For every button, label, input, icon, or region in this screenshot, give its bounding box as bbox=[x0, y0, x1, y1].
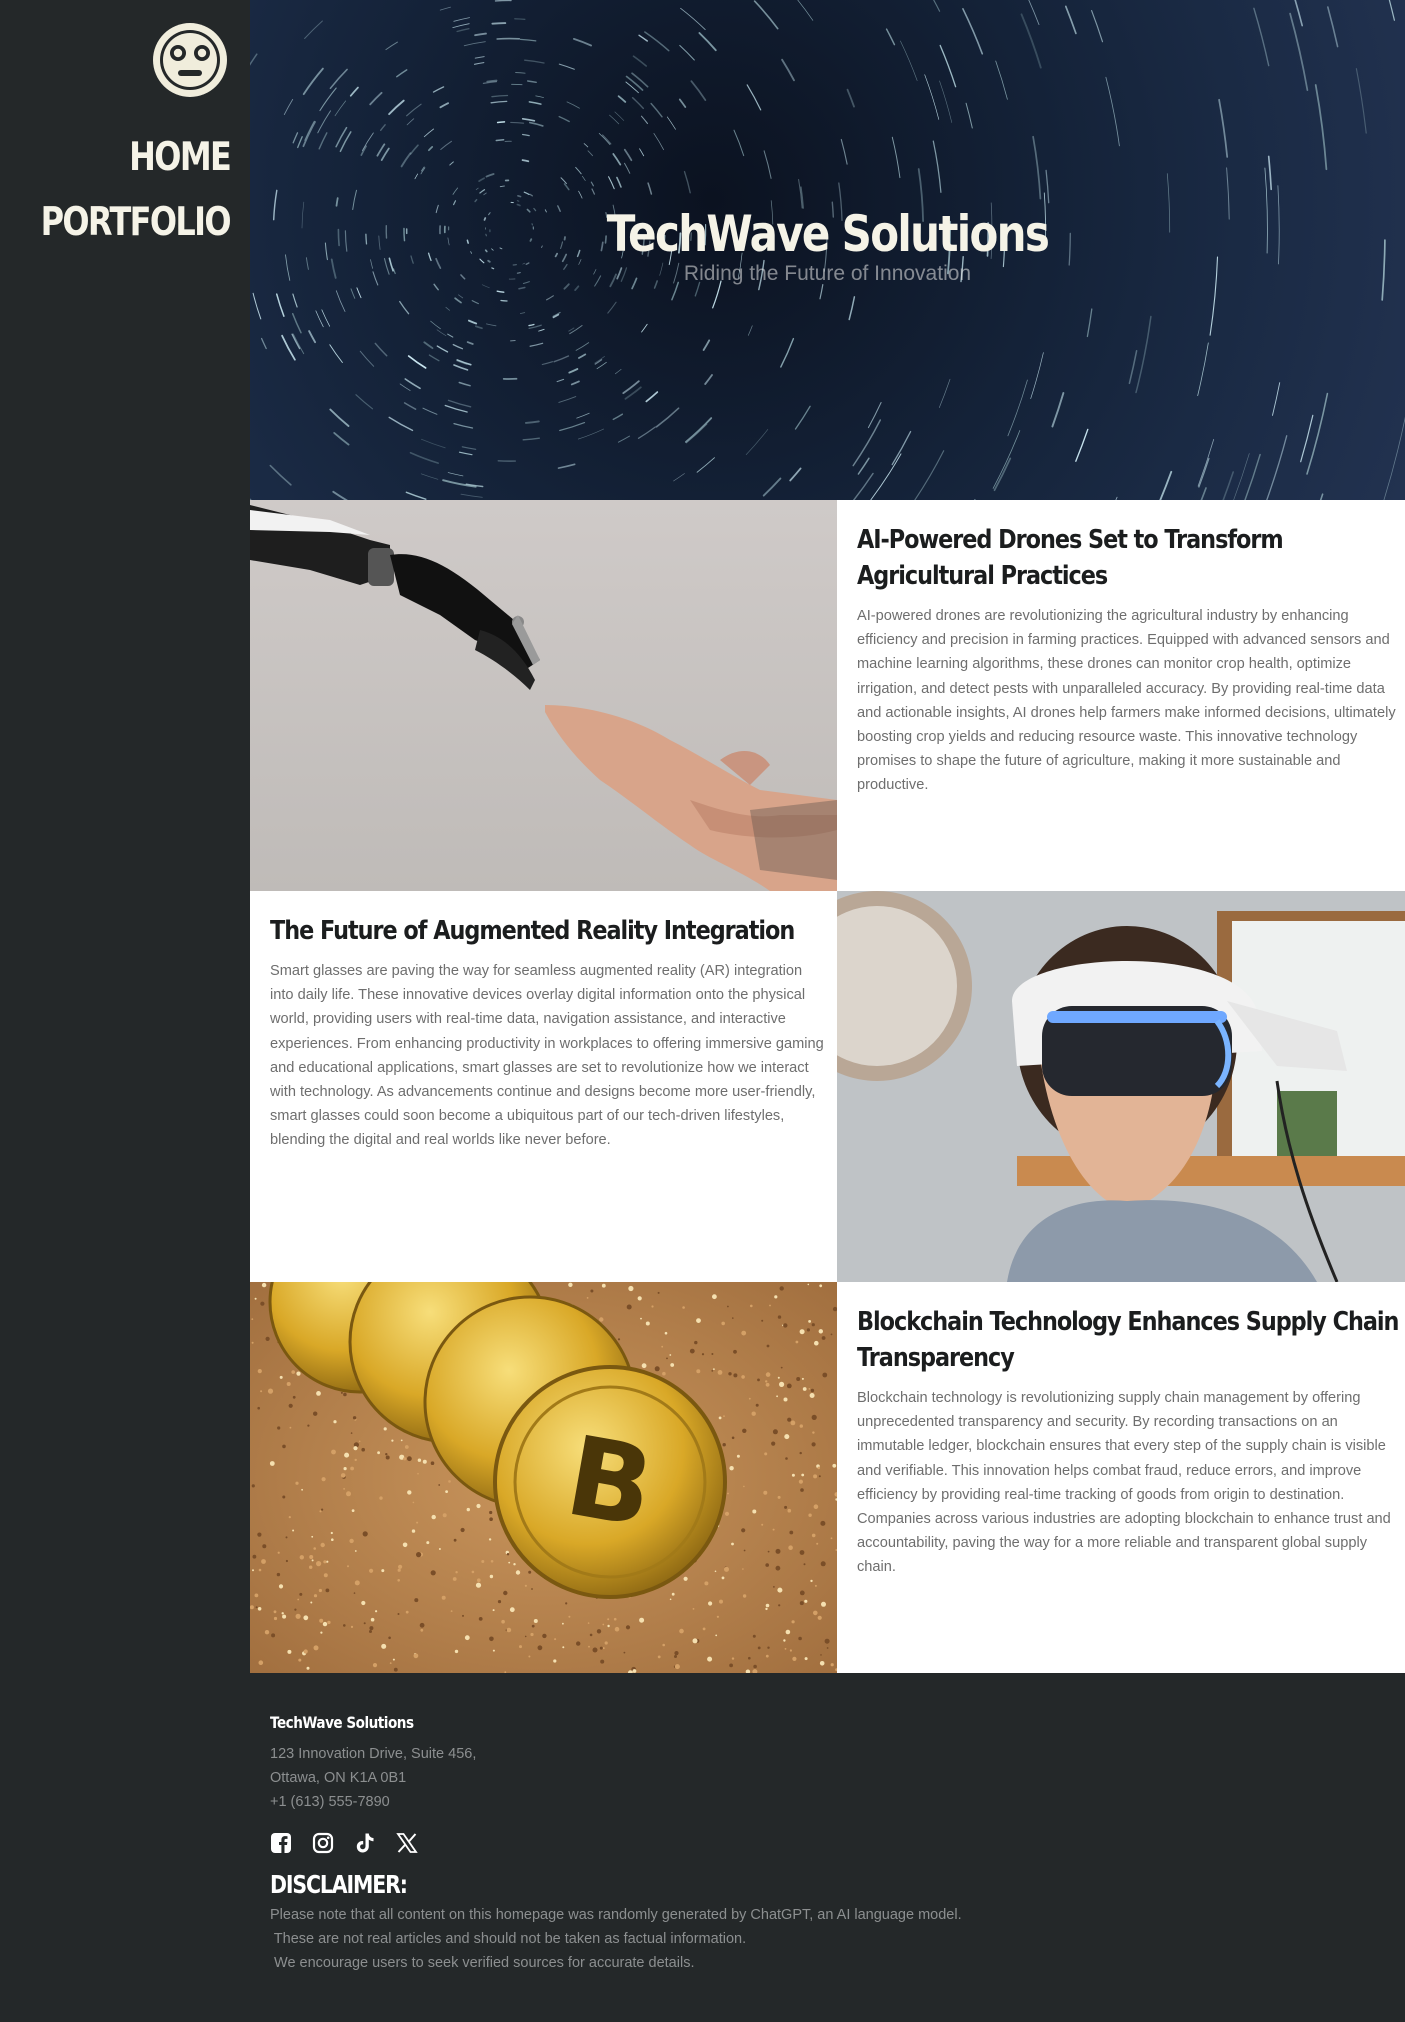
child-wearing-vr-headset-image bbox=[837, 891, 1405, 1282]
article-body: Blockchain technology is revolutionizing… bbox=[857, 1390, 1391, 1576]
disclaimer-text: We encourage users to seek verified sour… bbox=[270, 1955, 695, 1971]
hero-title: TechWave Solutions bbox=[606, 205, 1050, 263]
disclaimer-text: These are not real articles and should n… bbox=[270, 1931, 747, 1947]
social-links bbox=[270, 1832, 1385, 1856]
nav-portfolio-link[interactable]: PORTFOLIO bbox=[41, 200, 232, 245]
tiktok-icon[interactable] bbox=[354, 1832, 376, 1854]
article-card: AI-Powered Drones Set to Transform Agric… bbox=[837, 500, 1405, 891]
article-title[interactable]: Blockchain Technology Enhances Supply Ch… bbox=[857, 1304, 1405, 1376]
facebook-icon[interactable] bbox=[270, 1832, 292, 1854]
gold-bitcoin-coins-image: B bbox=[250, 1282, 837, 1673]
article-card: Blockchain Technology Enhances Supply Ch… bbox=[837, 1282, 1405, 1673]
hero-subtitle: Riding the Future of Innovation bbox=[683, 262, 972, 285]
article-row: AI-Powered Drones Set to Transform Agric… bbox=[250, 500, 1405, 891]
article-card: The Future of Augmented Reality Integrat… bbox=[250, 891, 837, 1282]
sidebar: HOME PORTFOLIO bbox=[0, 0, 250, 1673]
face-logo-icon[interactable] bbox=[150, 20, 230, 100]
article-body: Smart glasses are paving the way for sea… bbox=[270, 963, 824, 1149]
nav-home-link[interactable]: HOME bbox=[129, 135, 232, 180]
footer-address-line: Ottawa, ON K1A 0B1 bbox=[270, 1770, 407, 1786]
disclaimer-title: DISCLAIMER: bbox=[270, 1870, 408, 1899]
disclaimer-text: Please note that all content on this hom… bbox=[270, 1907, 962, 1923]
article-title[interactable]: AI-Powered Drones Set to Transform Agric… bbox=[857, 522, 1405, 594]
x-icon[interactable] bbox=[396, 1832, 418, 1854]
footer-brand: TechWave Solutions bbox=[270, 1713, 414, 1732]
article-title[interactable]: The Future of Augmented Reality Integrat… bbox=[270, 913, 820, 949]
footer-phone: +1 (613) 555-7890 bbox=[270, 1794, 390, 1810]
footer: TechWave Solutions 123 Innovation Drive,… bbox=[250, 1673, 1405, 2022]
article-body: AI-powered drones are revolutionizing th… bbox=[857, 608, 1396, 794]
instagram-icon[interactable] bbox=[312, 1832, 334, 1854]
article-row: The Future of Augmented Reality Integrat… bbox=[250, 891, 1405, 1282]
article-row: B Blockchain Technology Enhances Supply … bbox=[250, 1282, 1405, 1673]
robot-hand-touching-human-hand-image bbox=[250, 500, 837, 891]
hero-banner: TechWave Solutions Riding the Future of … bbox=[250, 0, 1405, 500]
footer-address-line: 123 Innovation Drive, Suite 456, bbox=[270, 1746, 477, 1762]
